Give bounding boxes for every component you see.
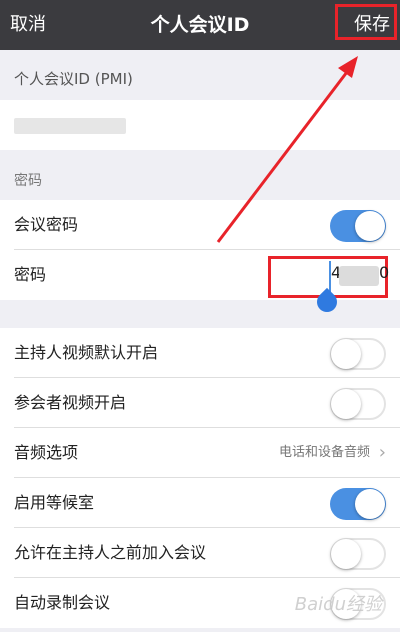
join-before-host-row: 允许在主持人之前加入会议 <box>0 528 400 578</box>
password-value-end: 0 <box>379 263 390 282</box>
password-section-header: 密码 <box>0 150 400 200</box>
toggle-knob <box>331 539 361 569</box>
waiting-room-toggle[interactable] <box>330 488 386 520</box>
save-highlight-box <box>335 4 397 40</box>
pmi-value-redacted <box>14 118 126 134</box>
password-value-redacted <box>339 266 379 286</box>
pmi-section-label: 个人会议ID (PMI) <box>14 70 133 88</box>
auto-record-label: 自动录制会议 <box>14 593 111 612</box>
join-before-host-label: 允许在主持人之前加入会议 <box>14 543 207 562</box>
navbar: 取消 个人会议ID 保存 <box>0 0 400 50</box>
watermark: Baidu经验 <box>294 594 382 615</box>
pmi-section-header: 个人会议ID (PMI) <box>0 50 400 100</box>
participant-video-row: 参会者视频开启 <box>0 378 400 428</box>
host-video-label: 主持人视频默认开启 <box>14 343 159 362</box>
waiting-room-label: 启用等候室 <box>14 493 95 512</box>
meeting-password-toggle[interactable] <box>330 210 386 242</box>
host-video-toggle[interactable] <box>330 338 386 370</box>
waiting-room-row: 启用等候室 <box>0 478 400 528</box>
host-video-row: 主持人视频默认开启 <box>0 328 400 378</box>
toggle-knob <box>331 389 361 419</box>
participant-video-toggle[interactable] <box>330 388 386 420</box>
toggle-knob <box>355 211 385 241</box>
toggle-knob <box>355 489 385 519</box>
password-section-label: 密码 <box>14 173 42 189</box>
chevron-right-icon: › <box>378 442 386 463</box>
join-before-host-toggle[interactable] <box>330 538 386 570</box>
audio-option-row[interactable]: 音频选项 电话和设备音频 › <box>0 428 400 478</box>
meeting-password-row: 会议密码 <box>0 200 400 250</box>
pmi-row <box>0 100 400 150</box>
password-label: 密码 <box>14 265 47 284</box>
meeting-password-label: 会议密码 <box>14 215 79 234</box>
toggle-knob <box>331 339 361 369</box>
audio-option-label: 音频选项 <box>14 443 79 462</box>
participant-video-label: 参会者视频开启 <box>14 393 127 412</box>
audio-option-value: 电话和设备音频 <box>278 445 370 460</box>
